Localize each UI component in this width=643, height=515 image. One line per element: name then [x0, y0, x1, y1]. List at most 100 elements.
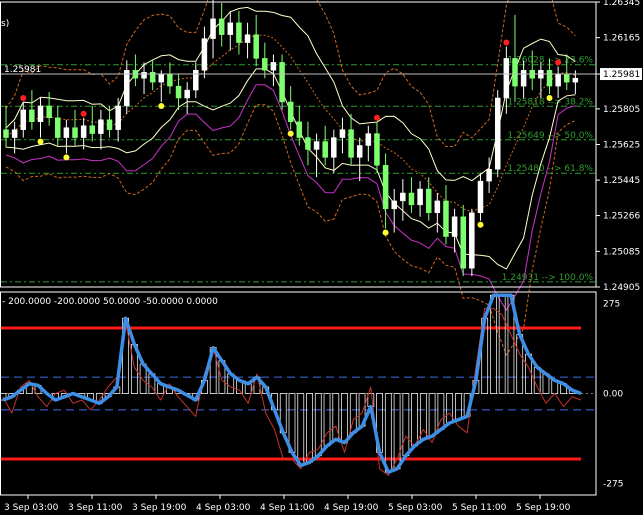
x-tick-label: 4 Sep 03:00 — [196, 503, 251, 513]
y-tick-label: 1.26345 — [603, 0, 640, 8]
candle-body — [477, 180, 484, 214]
candle-body — [167, 73, 173, 87]
yellow-marker — [477, 221, 484, 228]
yellow-marker — [63, 154, 70, 161]
oscillator-y-axis: 275 0.00 -275 — [603, 299, 623, 489]
histogram-bar — [341, 393, 348, 444]
red-marker — [503, 39, 510, 46]
red-marker — [555, 59, 562, 66]
oscillator-panel: - 200.0000 -200.0000 50.0000 -50.0000 0.… — [0, 293, 596, 476]
candle-body — [313, 141, 320, 150]
oscillator-y-tick-label: -275 — [603, 480, 623, 490]
candle-body — [374, 133, 380, 166]
y-tick-label: 1.25085 — [603, 247, 640, 257]
oscillator-y-tick-label: 0.00 — [603, 390, 623, 400]
candle-body — [408, 192, 415, 206]
candle-body — [417, 188, 423, 206]
candle-body — [460, 216, 466, 269]
candle-body — [382, 165, 389, 210]
yellow-marker — [158, 102, 165, 109]
candle-body — [365, 133, 372, 146]
x-tick-label: 3 Sep 11:00 — [68, 503, 123, 513]
x-tick-label: 4 Sep 19:00 — [324, 503, 379, 513]
candle-body — [563, 73, 570, 83]
candle-body — [218, 18, 225, 35]
candle-body — [391, 200, 397, 210]
red-marker — [20, 94, 27, 101]
yellow-marker — [287, 130, 294, 137]
candle-body — [72, 127, 78, 138]
candle-body — [356, 145, 363, 158]
candle-body — [141, 72, 147, 79]
candle-body — [451, 216, 458, 237]
candle-body — [305, 137, 311, 150]
histogram-bar — [297, 393, 305, 466]
histogram-bar — [533, 366, 541, 394]
candle-body — [503, 58, 510, 99]
red-marker — [80, 110, 87, 117]
candle-body — [400, 192, 406, 202]
x-tick-label: 5 Sep 03:00 — [388, 503, 443, 513]
candle-body — [287, 101, 294, 122]
x-tick-label: 3 Sep 03:00 — [4, 503, 59, 513]
candle-body — [124, 70, 130, 107]
histogram-bar — [402, 393, 410, 457]
x-tick-label: 3 Sep 19:00 — [132, 503, 187, 513]
candle-body — [253, 34, 259, 59]
oscillator-header: - 200.0000 -200.0000 50.0000 -50.0000 0.… — [2, 297, 218, 307]
yellow-marker — [546, 95, 553, 102]
candle-body — [555, 73, 561, 87]
symbol-label: s) — [1, 19, 9, 29]
candle-body — [339, 129, 346, 138]
y-tick-label: 1.25805 — [603, 105, 640, 115]
oscillator-y-tick-label: 275 — [603, 299, 620, 309]
candle-body — [546, 70, 553, 87]
y-tick-label: 1.25981 — [603, 70, 640, 80]
candle-body — [434, 200, 441, 214]
candle-body — [46, 105, 52, 119]
candle-body — [227, 22, 234, 35]
fib-label: 1.24931 --> 100.0% — [502, 273, 594, 283]
y-tick-label: 1.25625 — [603, 141, 640, 151]
candle-body — [443, 200, 449, 237]
candle-body — [331, 137, 337, 158]
candle-body — [89, 125, 96, 134]
y-tick-label: 1.25445 — [603, 176, 640, 186]
candle-body — [106, 119, 113, 130]
candle-body — [184, 89, 190, 99]
candle-body — [572, 77, 579, 83]
yellow-marker — [37, 138, 44, 145]
candle-body — [236, 22, 242, 43]
candle-body — [80, 125, 87, 138]
candle-body — [469, 212, 475, 269]
y-tick-label: 1.25266 — [603, 212, 640, 222]
candle-body — [486, 168, 492, 182]
histogram-bar — [323, 393, 331, 447]
histogram-bar — [454, 393, 462, 421]
y-tick-label: 1.26165 — [603, 34, 640, 44]
candle-body — [210, 18, 216, 39]
red-marker — [373, 114, 380, 121]
candle-body — [193, 70, 199, 91]
candle-body — [20, 109, 27, 130]
price-line-label: 1.25981 — [4, 65, 41, 75]
outer-lower-band — [5, 104, 576, 357]
candle-body — [3, 129, 9, 138]
x-tick-label: 5 Sep 19:00 — [516, 503, 571, 513]
candle-body — [158, 73, 165, 83]
candle-body — [348, 129, 354, 158]
candle-body — [29, 109, 35, 122]
candle-body — [425, 188, 432, 214]
candle-body — [322, 141, 328, 158]
candle-body — [63, 127, 70, 138]
candle-body — [37, 105, 44, 122]
candle-body — [279, 62, 285, 103]
candle-body — [55, 117, 61, 138]
x-tick-label: 5 Sep 11:00 — [452, 503, 507, 513]
x-tick-label: 4 Sep 11:00 — [260, 503, 315, 513]
candle-body — [175, 85, 182, 99]
x-axis: 3 Sep 03:00 3 Sep 11:00 3 Sep 19:00 4 Sep 0… — [4, 495, 571, 513]
candle-body — [115, 105, 121, 130]
main-y-axis: 1.26345 1.26165 1.25981 1.25805 1.25625 1.254… — [596, 0, 642, 293]
candle-body — [270, 62, 277, 71]
